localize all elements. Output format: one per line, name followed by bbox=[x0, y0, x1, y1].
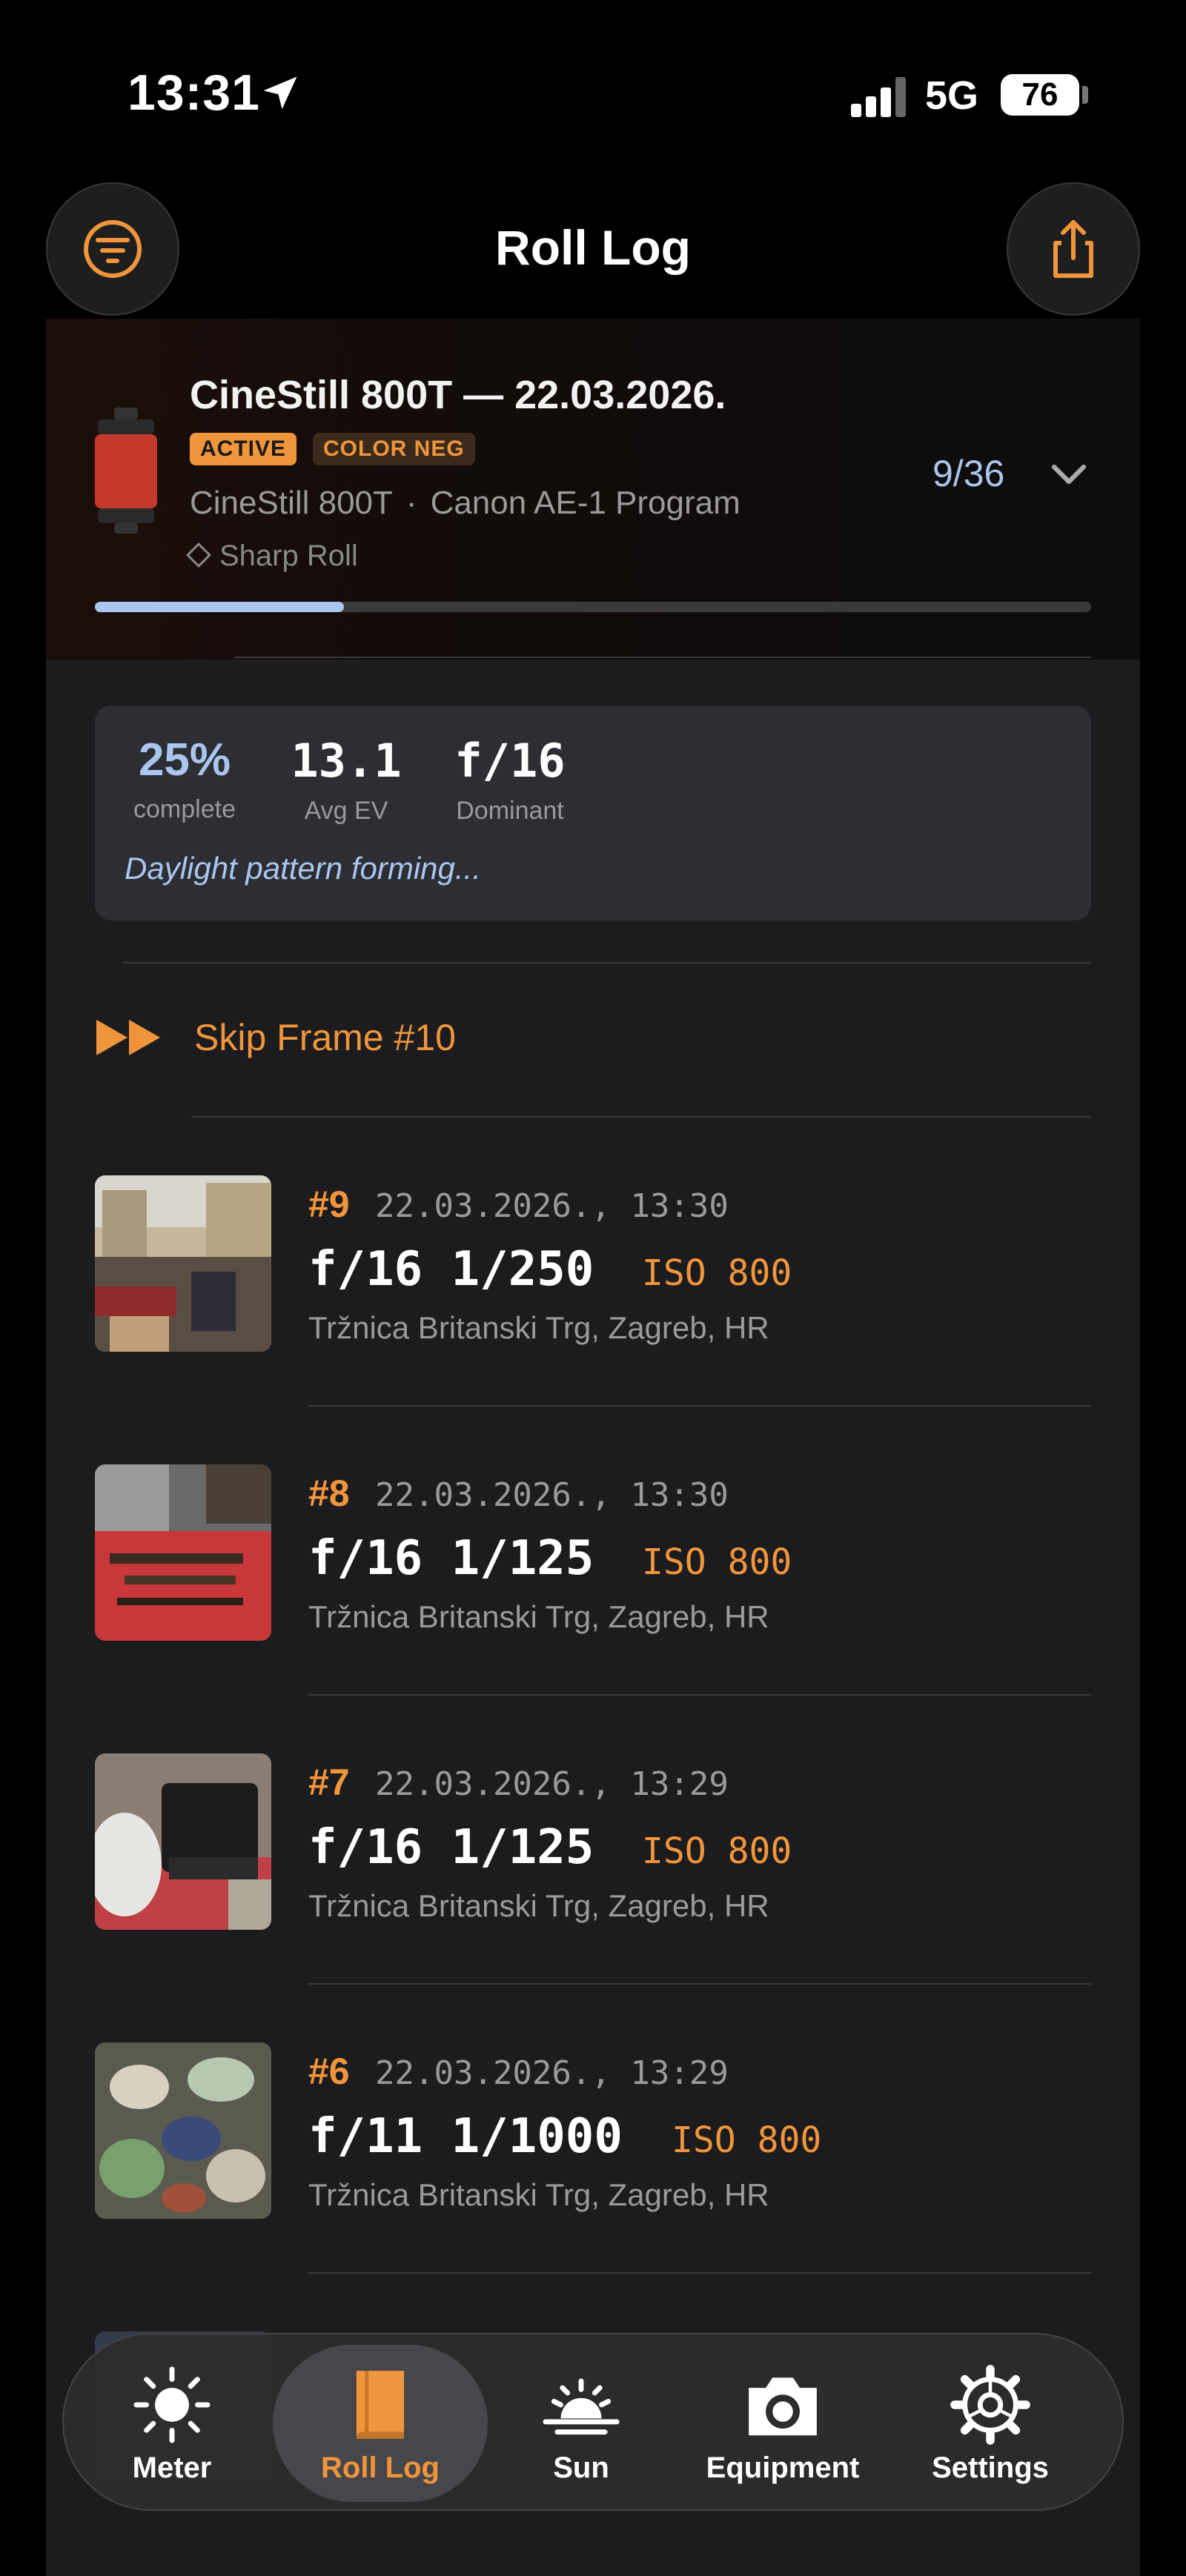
frame-exposure: f/11 1/1000 bbox=[308, 2109, 623, 2164]
tab-label: Settings bbox=[932, 2451, 1049, 2484]
frame-location: Tržnica Britanski Trg, Zagreb, HR bbox=[308, 2177, 769, 2212]
frame-iso: ISO 800 bbox=[642, 1830, 792, 1872]
battery-tip bbox=[1082, 86, 1088, 104]
film-type-badge: COLOR NEG bbox=[313, 433, 475, 465]
diamond-icon bbox=[186, 542, 211, 568]
frame-location: Tržnica Britanski Trg, Zagreb, HR bbox=[308, 1888, 769, 1923]
roll-feature-label: Sharp Roll bbox=[219, 540, 358, 572]
frame-row[interactable]: #8 22.03.2026., 13:30 f/16 1/125 ISO 800… bbox=[95, 1464, 1091, 1642]
roll-feature: Sharp Roll bbox=[186, 540, 358, 573]
frame-row[interactable]: #7 22.03.2026., 13:29 f/16 1/125 ISO 800… bbox=[95, 1753, 1091, 1931]
skip-frame-button[interactable]: Skip Frame #10 bbox=[95, 1008, 456, 1067]
frame-exposure: f/16 1/125 bbox=[308, 1820, 594, 1875]
tab-label: Roll Log bbox=[321, 2451, 440, 2484]
share-icon bbox=[1053, 220, 1093, 278]
roll-progress bbox=[95, 602, 1091, 612]
tab-bar: Meter Roll Log Sun Equipment Settings bbox=[62, 2333, 1124, 2511]
gear-icon bbox=[950, 2365, 1030, 2445]
fast-forward-icon bbox=[96, 1020, 160, 1055]
frame-thumbnail bbox=[95, 2042, 271, 2219]
divider bbox=[308, 1405, 1091, 1407]
divider bbox=[308, 1983, 1091, 1985]
signal-icon bbox=[851, 77, 907, 117]
location-arrow-icon bbox=[263, 76, 297, 110]
camera-icon bbox=[749, 2377, 817, 2436]
tab-meter[interactable]: Meter bbox=[98, 2334, 246, 2512]
stat-dominant: f/16 Dominant bbox=[443, 734, 577, 826]
stat-complete-value: 25% bbox=[138, 734, 231, 786]
frame-number: #7 bbox=[308, 1762, 350, 1803]
frame-count: 9/36 bbox=[932, 453, 1005, 494]
network-label: 5G bbox=[925, 73, 979, 118]
divider bbox=[308, 2272, 1091, 2274]
film-canister-icon bbox=[95, 408, 157, 534]
frame-number: #8 bbox=[308, 1473, 350, 1514]
frame-location: Tržnica Britanski Trg, Zagreb, HR bbox=[308, 1599, 769, 1634]
chevron-down-icon[interactable] bbox=[1047, 452, 1091, 497]
divider bbox=[234, 657, 1091, 658]
film-name: CineStill 800T bbox=[190, 485, 393, 521]
share-button[interactable] bbox=[1007, 182, 1140, 316]
frame-row[interactable]: #9 22.03.2026., 13:30 f/16 1/250 ISO 800… bbox=[95, 1175, 1091, 1353]
nav-header: Roll Log bbox=[46, 167, 1140, 316]
filter-icon bbox=[84, 220, 142, 278]
skip-frame-label: Skip Frame #10 bbox=[194, 1017, 456, 1058]
tab-roll-log[interactable]: Roll Log bbox=[273, 2345, 488, 2502]
stat-avg-ev: 13.1 Avg EV bbox=[283, 734, 409, 826]
divider bbox=[308, 1694, 1091, 1696]
frame-number: #9 bbox=[308, 1184, 350, 1225]
status-badge: ACTIVE bbox=[190, 433, 297, 465]
stat-complete-label: complete bbox=[133, 795, 236, 823]
sun-icon bbox=[133, 2366, 211, 2443]
roll-title: CineStill 800T — 22.03.2026. bbox=[190, 373, 726, 417]
divider bbox=[123, 962, 1091, 963]
roll-card[interactable]: CineStill 800T — 22.03.2026. ACTIVE COLO… bbox=[46, 319, 1140, 660]
stat-avg-ev-value: 13.1 bbox=[291, 734, 402, 788]
tab-label: Meter bbox=[132, 2451, 212, 2484]
camera-name: Canon AE-1 Program bbox=[430, 485, 741, 521]
tab-settings[interactable]: Settings bbox=[909, 2334, 1072, 2512]
frame-location: Tržnica Britanski Trg, Zagreb, HR bbox=[308, 1310, 769, 1345]
stat-avg-ev-label: Avg EV bbox=[304, 797, 388, 825]
frame-date: 22.03.2026., 13:29 bbox=[375, 1765, 729, 1803]
frame-number: #6 bbox=[308, 2051, 350, 2092]
book-icon bbox=[356, 2371, 405, 2439]
frame-date: 22.03.2026., 13:30 bbox=[375, 1476, 729, 1514]
sunset-icon bbox=[543, 2378, 620, 2435]
frame-row[interactable]: #6 22.03.2026., 13:29 f/11 1/1000 ISO 80… bbox=[95, 2042, 1091, 2220]
frame-date: 22.03.2026., 13:30 bbox=[375, 1187, 729, 1225]
filter-button[interactable] bbox=[46, 182, 179, 316]
frame-thumbnail bbox=[95, 1175, 271, 1352]
stats-note: Daylight pattern forming... bbox=[125, 851, 481, 886]
roll-progress-fill bbox=[95, 602, 344, 612]
battery-icon: 76 bbox=[1001, 74, 1079, 116]
tab-sun[interactable]: Sun bbox=[507, 2334, 655, 2512]
status-bar: 13:31 5G 76 bbox=[0, 0, 1186, 163]
divider bbox=[191, 1116, 1091, 1118]
frame-date: 22.03.2026., 13:29 bbox=[375, 2054, 729, 2092]
frame-list-area: 25% complete 13.1 Avg EV f/16 Dominant D… bbox=[46, 660, 1140, 2576]
stat-complete: 25% complete bbox=[122, 734, 248, 824]
tab-equipment[interactable]: Equipment bbox=[686, 2334, 879, 2512]
stat-dominant-value: f/16 bbox=[454, 734, 566, 788]
roll-stats-card: 25% complete 13.1 Avg EV f/16 Dominant D… bbox=[95, 706, 1091, 920]
tab-label: Sun bbox=[553, 2451, 609, 2484]
frame-iso: ISO 800 bbox=[642, 1252, 792, 1294]
frame-thumbnail bbox=[95, 1753, 271, 1930]
frame-thumbnail bbox=[95, 1464, 271, 1641]
roll-subtitle: CineStill 800T · Canon AE-1 Program bbox=[190, 485, 741, 521]
frame-exposure: f/16 1/250 bbox=[308, 1242, 594, 1297]
status-time: 13:31 bbox=[127, 64, 260, 121]
frame-iso: ISO 800 bbox=[642, 1541, 792, 1583]
frame-exposure: f/16 1/125 bbox=[308, 1531, 594, 1586]
frame-iso: ISO 800 bbox=[672, 2119, 822, 2161]
page-title: Roll Log bbox=[495, 220, 691, 275]
tab-label: Equipment bbox=[706, 2451, 860, 2484]
stat-dominant-label: Dominant bbox=[456, 797, 564, 825]
